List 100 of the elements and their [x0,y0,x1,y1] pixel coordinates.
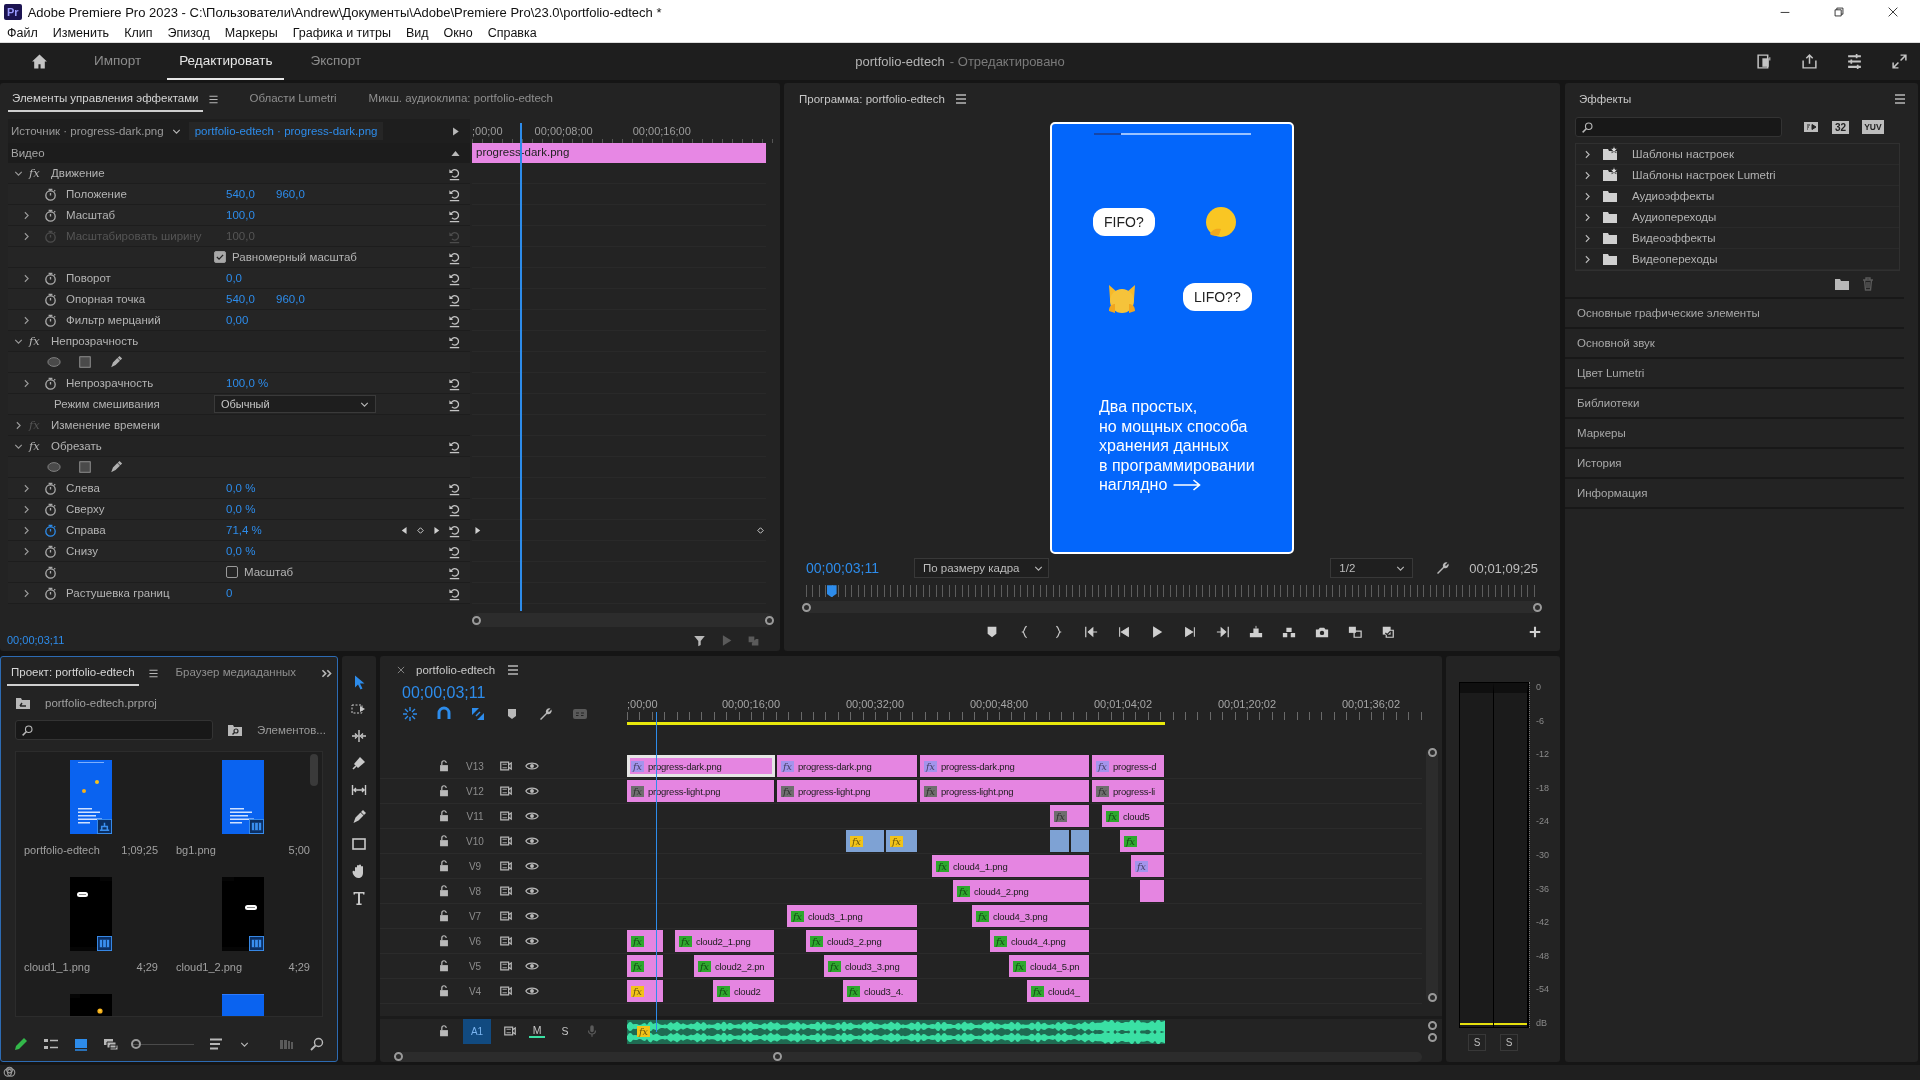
collapsed-panel[interactable]: История [1565,449,1904,479]
fx-toggle[interactable]: fx [29,166,47,180]
timeline-clip[interactable]: fx cloud4_5.pn [1009,955,1090,977]
collapsed-panel[interactable]: Цвет Lumetri [1565,359,1904,389]
timeline-clip[interactable]: fx cloud2_2.pn [694,955,775,977]
track-name[interactable]: V13 [463,760,487,772]
effects-folder[interactable]: Шаблоны настроек [1632,148,1735,160]
panel-tab[interactable]: Элементы управления эффектами [8,86,203,112]
track-name[interactable]: V5 [463,960,487,972]
fx-toggle[interactable]: fx [29,334,47,348]
timeline-clip[interactable]: fx cloud3_2.png [806,930,918,952]
timeline-clip[interactable]: fx progress-dark.png [920,755,1090,777]
fx-badge: fx [828,960,841,972]
playhead-timecode[interactable]: 00;00;03;11 [806,560,902,577]
blend-mode-dropdown[interactable]: Обычный [214,395,376,413]
timeline-clip[interactable]: fx cloud4_2.png [953,880,1090,902]
timeline-clip[interactable]: fx [1120,830,1165,852]
value-field[interactable]: 100,0 [226,209,276,221]
timeline-clip[interactable]: fx progress-dark.png [777,755,918,777]
collapsed-panel[interactable]: Маркеры [1565,419,1904,449]
panel-tab[interactable]: Микш. аудиоклипа: portfolio-edtech [364,86,557,112]
timeline-clip[interactable]: fx [627,930,664,952]
value-field[interactable]: 540,0 [226,293,276,305]
timeline-clip[interactable]: fx [1131,855,1165,877]
workspace-tab[interactable]: Редактировать [167,43,285,80]
timeline-clip[interactable]: fx [886,830,918,852]
value-field[interactable]: 71,4 % [226,524,276,536]
solo-button[interactable]: S [557,1025,573,1038]
timeline-clip[interactable]: fx cloud5 [1102,805,1165,827]
panel-tab[interactable]: Области Lumetri [245,86,341,112]
track-name[interactable]: V6 [463,935,487,947]
menu-item[interactable]: Графика и титры [292,26,391,40]
value-field[interactable]: 0 [226,587,276,599]
collapsed-panel[interactable]: Основные графические элементы [1565,299,1904,329]
solo-button[interactable]: S [1468,1034,1486,1051]
resolution-dropdown[interactable]: 1/2 [1330,558,1414,579]
clip-name: cloud4_1.png [952,860,1008,872]
menu-item[interactable]: Окно [443,26,473,40]
effects-folder[interactable]: Видеоэффекты [1632,232,1716,244]
filter-toggle[interactable]: YUV [1862,120,1884,134]
menu-item[interactable]: Вид [405,26,429,40]
mute-button[interactable]: M [529,1024,545,1039]
fx-badge: fx [976,910,989,922]
menu-item[interactable]: Эпизод [167,26,210,40]
track-target[interactable]: A1 [463,1019,491,1044]
timeline-clip[interactable]: fx cloud3_3.png [824,955,918,977]
timeline-clip[interactable]: fx cloud2 [713,980,775,1002]
workspace-tab[interactable]: Импорт [82,43,154,80]
timeline-clip[interactable]: fx cloud3_1.png [787,905,918,927]
collapsed-panel[interactable]: Информация [1565,479,1904,509]
collapsed-panel[interactable]: Основной звук [1565,329,1904,359]
value-field[interactable]: 0,0 % [226,503,276,515]
timecode[interactable]: 00;00;03;11 [7,634,65,646]
clip-selector[interactable]: portfolio-edtech · progress-dark.png [188,122,384,140]
value-field[interactable]: 0,0 [226,272,276,284]
workspace-tab[interactable]: Экспорт [298,43,374,80]
timeline-clip[interactable]: fx progress-d [1092,755,1165,777]
value-field[interactable]: 960,0 [276,188,326,200]
effects-folder[interactable]: Аудиоэффекты [1632,190,1715,202]
playhead-timecode[interactable]: 00;00;03;11 [402,684,627,702]
panel-tab[interactable]: Проект: portfolio-edtech [7,660,139,686]
sequence-tab[interactable]: portfolio-edtech [416,664,496,676]
collapsed-panel[interactable]: Библиотеки [1565,389,1904,419]
effects-folder[interactable]: Аудиопереходы [1632,211,1717,223]
audio-clip[interactable]: fx [627,1020,1165,1044]
timeline-clip[interactable]: fx cloud2_1.png [675,930,775,952]
fx-toggle[interactable]: fx [29,439,47,453]
timeline-clip[interactable]: fx [846,830,885,852]
timeline-clip[interactable]: fx cloud4_3.png [972,905,1090,927]
track-name[interactable]: V8 [463,885,487,897]
timeline-clip[interactable]: fx cloud4_ [1027,980,1090,1002]
track-name[interactable]: V9 [463,860,487,872]
track-name[interactable]: V7 [463,910,487,922]
timeline-clip[interactable]: fx [627,980,664,1002]
value-field[interactable]: 0,0 % [226,545,276,557]
track-name[interactable]: V12 [463,785,487,797]
filter-toggle[interactable]: 32 [1832,120,1850,134]
time-ruler[interactable]: ;00;00 00;00;16;00 00;00;32;00 00;00;48;00 00;01;04;02 00;01;20;02 00;01;36;02 [627,684,1433,740]
value-field[interactable]: 0,00 [226,314,276,326]
timeline-clip[interactable]: fx [627,955,664,977]
menu-item[interactable]: Клип [124,26,153,40]
value-field[interactable]: 0,0 % [226,482,276,494]
menu-item[interactable]: Файл [7,26,38,40]
timeline-clip[interactable]: fx cloud4_1.png [932,855,1090,877]
value-field[interactable]: 540,0 [226,188,276,200]
effects-folder[interactable]: Видеопереходы [1632,253,1718,265]
menu-item[interactable]: Справка [487,26,537,40]
timeline-clip[interactable]: fx cloud3_4. [843,980,918,1002]
track-name[interactable]: V4 [463,985,487,997]
panel-tab[interactable]: Браузер медиаданных [171,660,301,686]
value-field[interactable]: 100,0 % [226,377,276,389]
track-name[interactable]: V10 [463,835,487,847]
zoom-dropdown[interactable]: По размеру кадра [914,558,1049,579]
menu-item[interactable]: Изменить [52,26,110,40]
effects-folder[interactable]: Шаблоны настроек Lumetri [1632,169,1776,181]
timeline-clip[interactable]: fx cloud4_4.png [990,930,1090,952]
menu-item[interactable]: Маркеры [224,26,278,40]
value-field[interactable]: 960,0 [276,293,326,305]
solo-button[interactable]: S [1500,1034,1518,1051]
track-name[interactable]: V11 [463,810,487,822]
